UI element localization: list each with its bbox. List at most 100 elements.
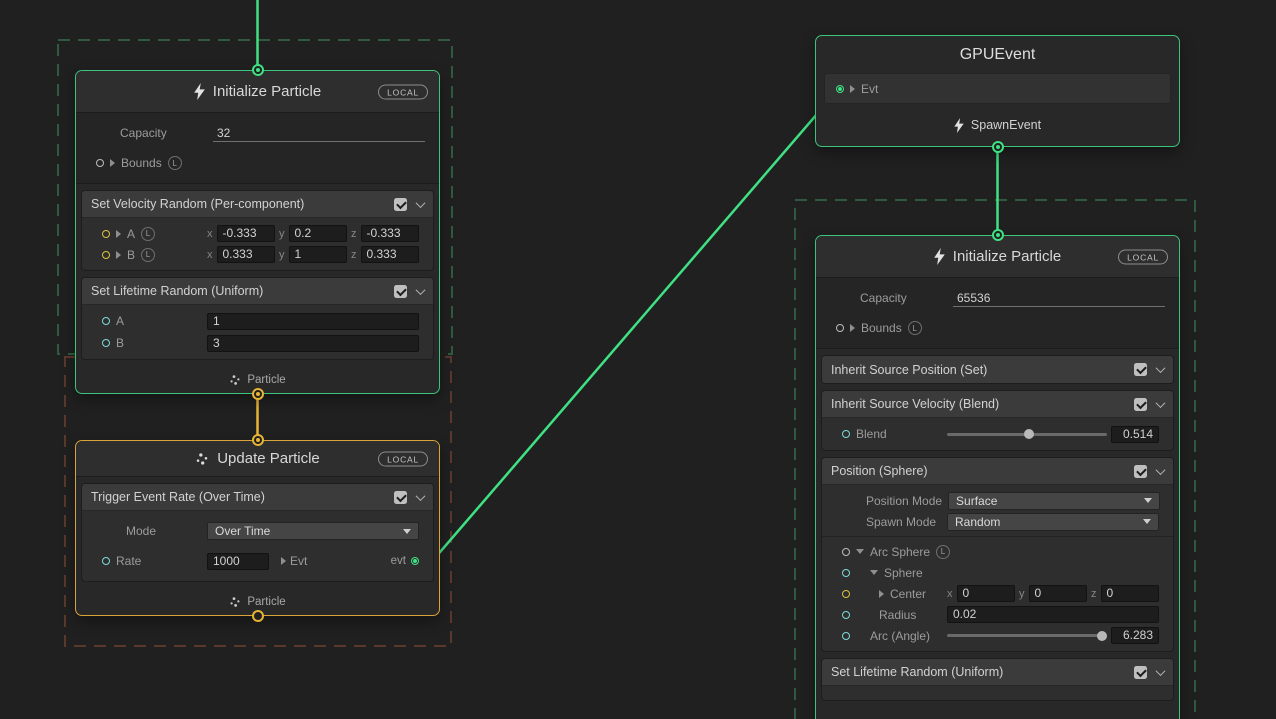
- mode-field-group: Over Time: [207, 522, 419, 540]
- rate-field[interactable]: 1000: [207, 553, 269, 570]
- x-field[interactable]: 0.333: [217, 246, 276, 263]
- block-header[interactable]: Inherit Source Velocity (Blend): [822, 391, 1173, 418]
- particle-flow-input-port[interactable]: [252, 434, 264, 446]
- x-field[interactable]: -0.333: [217, 225, 276, 242]
- checkbox-checked-icon[interactable]: [394, 198, 407, 211]
- z-field[interactable]: 0.333: [361, 246, 420, 263]
- expander-right-icon[interactable]: [879, 590, 884, 598]
- node-header[interactable]: Initialize Particle LOCAL: [816, 236, 1179, 278]
- checkbox-checked-icon[interactable]: [394, 285, 407, 298]
- expander-right-icon[interactable]: [116, 230, 121, 238]
- checkbox-checked-icon[interactable]: [1134, 465, 1147, 478]
- node-gpu-event[interactable]: GPUEvent Evt SpawnEvent: [815, 35, 1180, 147]
- blend-slider[interactable]: [947, 433, 1107, 436]
- float-port[interactable]: [842, 611, 850, 619]
- chevron-down-icon[interactable]: [1156, 465, 1166, 475]
- axis-x-label: x: [947, 588, 953, 600]
- expander-right-icon[interactable]: [850, 324, 855, 332]
- node-initialize-particle-left[interactable]: Initialize Particle LOCAL Capacity 32 Bo…: [75, 70, 440, 394]
- chevron-down-icon[interactable]: [416, 198, 426, 208]
- bounds-label: Bounds: [121, 156, 162, 170]
- block-header[interactable]: Set Lifetime Random (Uniform): [82, 278, 433, 305]
- value-field[interactable]: 1: [207, 313, 419, 330]
- bounds-label: Bounds: [861, 321, 902, 335]
- checkbox-checked-icon[interactable]: [394, 491, 407, 504]
- float-port[interactable]: [842, 430, 850, 438]
- flow-input-port[interactable]: [992, 229, 1004, 241]
- expander-down-icon[interactable]: [870, 570, 878, 575]
- block-header[interactable]: Inherit Source Position (Set): [822, 356, 1173, 383]
- vfx-graph-canvas[interactable]: Initialize Particle LOCAL Capacity 32 Bo…: [0, 0, 1276, 719]
- expander-right-icon[interactable]: [281, 557, 286, 565]
- x-field[interactable]: 0: [957, 585, 1016, 602]
- y-field[interactable]: 0.2: [289, 225, 348, 242]
- node-header[interactable]: Initialize Particle LOCAL: [76, 71, 439, 113]
- sphere-port[interactable]: [842, 569, 850, 577]
- block-header[interactable]: Position (Sphere): [822, 458, 1173, 485]
- y-field[interactable]: 1: [289, 246, 348, 263]
- chevron-down-icon[interactable]: [1156, 363, 1166, 373]
- slider-knob[interactable]: [1024, 429, 1034, 439]
- arc-sphere-port[interactable]: [842, 548, 850, 556]
- chevron-down-icon[interactable]: [416, 491, 426, 501]
- y-field[interactable]: 0: [1029, 585, 1088, 602]
- vector3-port[interactable]: [102, 230, 110, 238]
- expander-down-icon[interactable]: [856, 549, 864, 554]
- node-update-particle[interactable]: Update Particle LOCAL Trigger Event Rate…: [75, 440, 440, 616]
- block-body: [822, 686, 1173, 700]
- block-body: Blend 0.514: [822, 418, 1173, 450]
- particle-flow-output-port[interactable]: [252, 388, 264, 400]
- radius-field[interactable]: 0.02: [947, 606, 1159, 623]
- checkbox-checked-icon[interactable]: [1134, 363, 1147, 376]
- flow-input-port[interactable]: [252, 64, 264, 76]
- value-field[interactable]: 3: [207, 335, 419, 352]
- local-badge: LOCAL: [1118, 249, 1168, 264]
- z-field[interactable]: -0.333: [361, 225, 420, 242]
- arc-angle-slider[interactable]: [947, 634, 1107, 637]
- node-header[interactable]: GPUEvent: [816, 36, 1179, 73]
- spawn-mode-dropdown[interactable]: Random: [947, 513, 1159, 531]
- arc-angle-value-field[interactable]: 6.283: [1111, 627, 1159, 644]
- block-header[interactable]: Set Velocity Random (Per-component): [82, 191, 433, 218]
- expander-right-icon[interactable]: [110, 159, 115, 167]
- port-dot: [256, 392, 260, 396]
- block-header[interactable]: Trigger Event Rate (Over Time): [82, 484, 433, 511]
- slider-knob[interactable]: [1097, 631, 1107, 641]
- evt-input-row[interactable]: Evt: [824, 73, 1171, 104]
- float-port[interactable]: [102, 317, 110, 325]
- bounds-port[interactable]: [836, 324, 844, 332]
- rate-label: Rate: [116, 554, 141, 568]
- checkbox-checked-icon[interactable]: [1134, 666, 1147, 679]
- float-port[interactable]: [102, 339, 110, 347]
- evt-input-port[interactable]: [836, 85, 844, 93]
- checkbox-checked-icon[interactable]: [1134, 398, 1147, 411]
- float-port[interactable]: [842, 632, 850, 640]
- chevron-down-icon[interactable]: [416, 285, 426, 295]
- blend-value-field[interactable]: 0.514: [1111, 426, 1159, 443]
- node-initialize-particle-right[interactable]: Initialize Particle LOCAL Capacity 65536…: [815, 235, 1180, 719]
- capacity-field[interactable]: 65536: [953, 289, 1165, 307]
- expander-right-icon[interactable]: [116, 251, 121, 259]
- block-title: Set Velocity Random (Per-component): [91, 197, 386, 211]
- position-mode-dropdown[interactable]: Surface: [948, 492, 1160, 510]
- spawn-mode-label: Spawn Mode: [866, 515, 936, 529]
- evt-output-port[interactable]: [411, 557, 419, 565]
- node-title: Update Particle: [217, 450, 320, 467]
- mode-dropdown[interactable]: Over Time: [207, 522, 419, 540]
- vector3-port[interactable]: [102, 251, 110, 259]
- block-header[interactable]: Set Lifetime Random (Uniform): [822, 659, 1173, 686]
- vector3-port[interactable]: [842, 590, 850, 598]
- float-port[interactable]: [102, 557, 110, 565]
- rate-field-group: 1000 Evt evt: [207, 553, 419, 570]
- expander-right-icon[interactable]: [850, 85, 855, 93]
- particle-flow-output-port[interactable]: [252, 610, 264, 622]
- spawn-flow-output-port[interactable]: [992, 141, 1004, 153]
- bounds-port[interactable]: [96, 159, 104, 167]
- z-field[interactable]: 0: [1101, 585, 1160, 602]
- chevron-down-icon[interactable]: [1156, 666, 1166, 676]
- local-badge: LOCAL: [378, 451, 428, 466]
- edge-evt-to-gpuevent[interactable]: [428, 92, 836, 566]
- chevron-down-icon[interactable]: [1156, 398, 1166, 408]
- capacity-field[interactable]: 32: [213, 124, 425, 142]
- node-header[interactable]: Update Particle LOCAL: [76, 441, 439, 477]
